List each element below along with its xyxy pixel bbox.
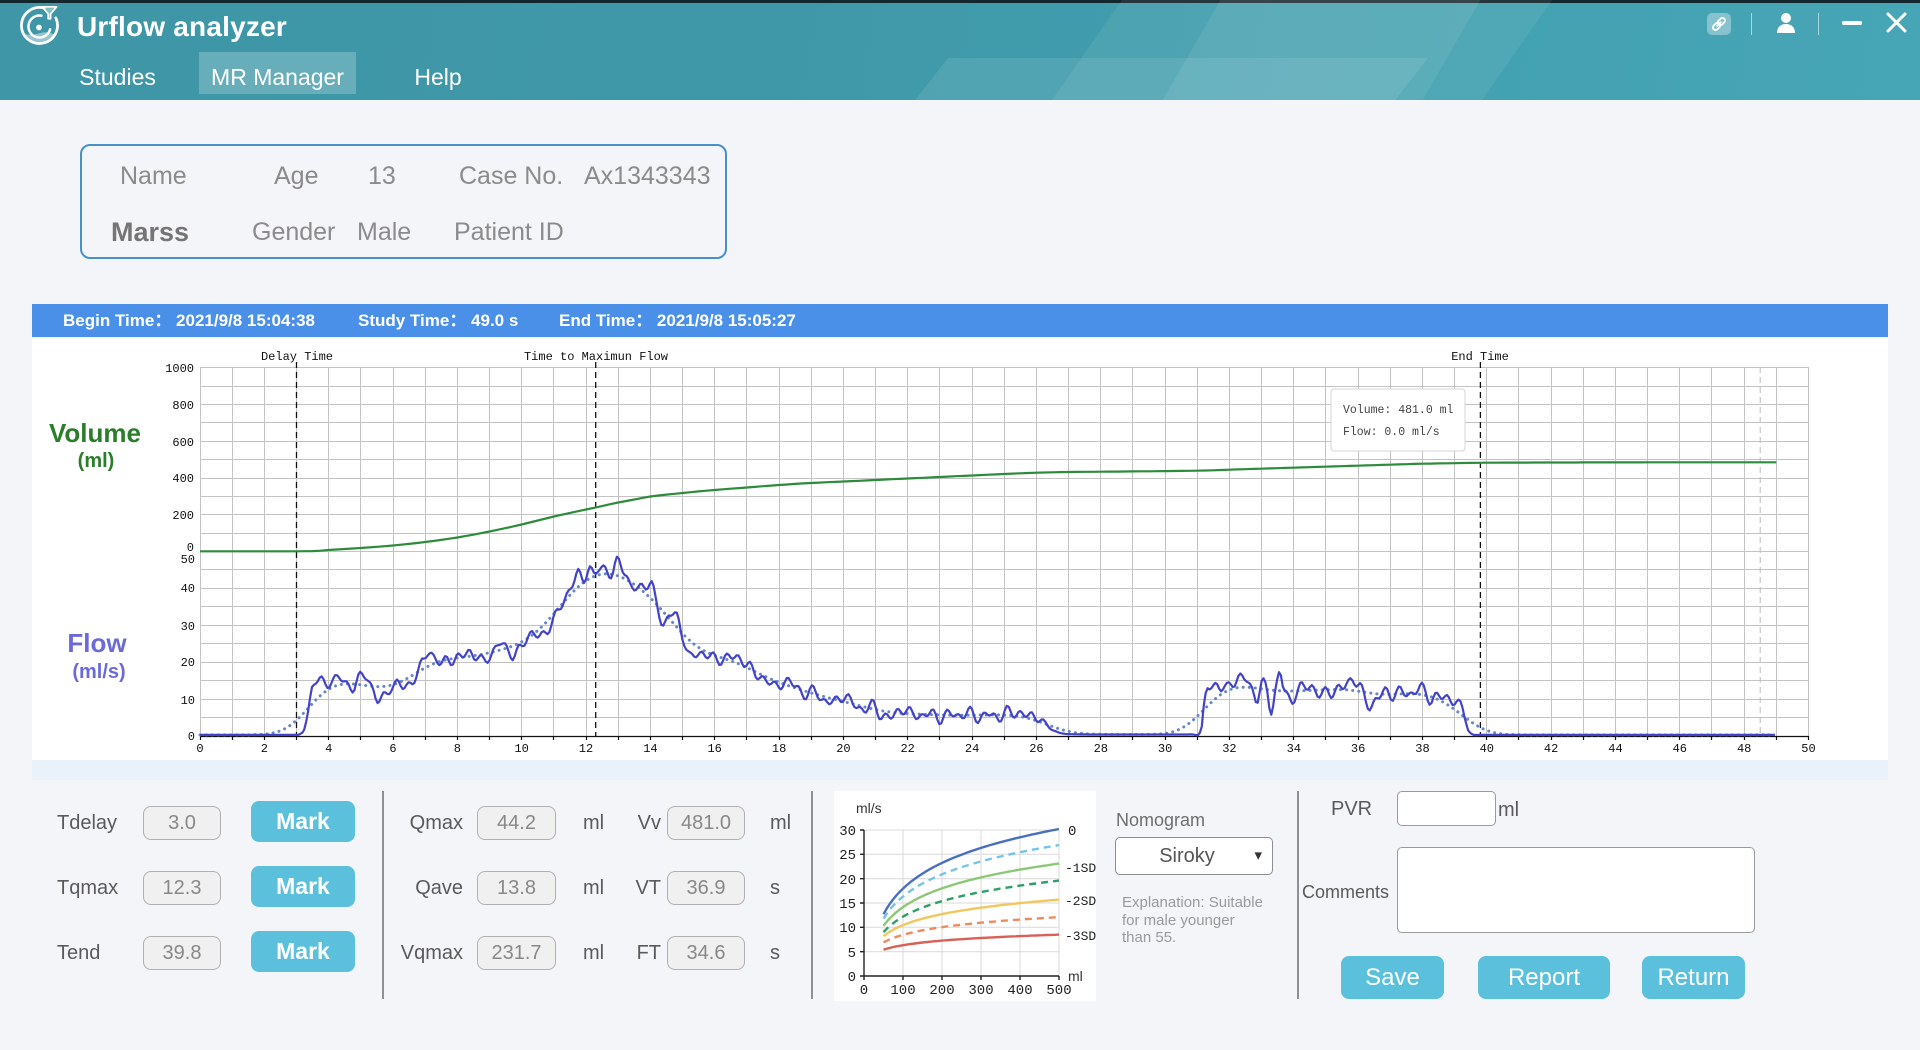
svg-text:50: 50 <box>1801 742 1815 756</box>
svg-text:15: 15 <box>839 897 856 913</box>
svg-text:Flow: Flow <box>67 628 127 658</box>
svg-text:32: 32 <box>1222 742 1236 756</box>
svg-text:300: 300 <box>968 983 993 999</box>
svg-text:14: 14 <box>643 742 657 756</box>
svg-text:20: 20 <box>836 742 850 756</box>
svg-text:24: 24 <box>965 742 979 756</box>
svg-text:Flow: 0.0 ml/s: Flow: 0.0 ml/s <box>1343 426 1440 439</box>
svg-text:1000: 1000 <box>165 362 194 376</box>
svg-text:2: 2 <box>261 742 268 756</box>
svg-text:100: 100 <box>890 983 915 999</box>
svg-text:12: 12 <box>579 742 593 756</box>
svg-text:30: 30 <box>181 620 195 634</box>
svg-text:20: 20 <box>839 873 856 889</box>
svg-text:28: 28 <box>1094 742 1108 756</box>
svg-text:400: 400 <box>172 472 194 486</box>
svg-text:800: 800 <box>172 399 194 413</box>
svg-text:8: 8 <box>454 742 461 756</box>
svg-text:50: 50 <box>181 553 195 567</box>
svg-text:0: 0 <box>860 983 868 999</box>
svg-text:600: 600 <box>172 436 194 450</box>
svg-text:20: 20 <box>181 656 195 670</box>
svg-text:0: 0 <box>188 730 195 744</box>
svg-text:(ml/s): (ml/s) <box>72 661 125 683</box>
svg-text:-3SD: -3SD <box>1065 929 1096 944</box>
svg-text:Time to Maximun Flow: Time to Maximun Flow <box>524 350 669 364</box>
svg-text:10: 10 <box>181 694 195 708</box>
svg-text:-2SD: -2SD <box>1065 894 1096 909</box>
svg-text:4: 4 <box>325 742 332 756</box>
svg-text:25: 25 <box>839 848 856 864</box>
svg-text:30: 30 <box>1158 742 1172 756</box>
svg-text:500: 500 <box>1046 983 1071 999</box>
svg-text:38: 38 <box>1415 742 1429 756</box>
svg-text:10: 10 <box>839 921 856 937</box>
svg-text:5: 5 <box>848 946 856 962</box>
svg-text:46: 46 <box>1673 742 1687 756</box>
svg-text:10: 10 <box>514 742 528 756</box>
svg-text:22: 22 <box>900 742 914 756</box>
svg-text:40: 40 <box>1480 742 1494 756</box>
svg-text:0: 0 <box>1068 824 1076 840</box>
svg-text:30: 30 <box>839 824 856 840</box>
svg-text:-1SD: -1SD <box>1065 861 1096 876</box>
svg-text:40: 40 <box>181 582 195 596</box>
svg-text:Volume: 481.0 ml: Volume: 481.0 ml <box>1343 404 1454 417</box>
svg-text:0: 0 <box>196 742 203 756</box>
svg-text:Delay Time: Delay Time <box>261 350 333 364</box>
svg-text:44: 44 <box>1608 742 1622 756</box>
svg-text:26: 26 <box>1029 742 1043 756</box>
svg-text:End Time: End Time <box>1451 350 1509 364</box>
svg-text:42: 42 <box>1544 742 1558 756</box>
svg-text:ml: ml <box>1068 968 1083 984</box>
svg-text:200: 200 <box>172 509 194 523</box>
svg-text:Volume: Volume <box>49 418 141 448</box>
svg-text:200: 200 <box>929 983 954 999</box>
svg-text:ml/s: ml/s <box>856 800 882 816</box>
svg-text:400: 400 <box>1007 983 1032 999</box>
svg-text:0: 0 <box>848 970 856 986</box>
svg-text:6: 6 <box>389 742 396 756</box>
svg-text:16: 16 <box>707 742 721 756</box>
svg-text:36: 36 <box>1351 742 1365 756</box>
svg-text:34: 34 <box>1287 742 1301 756</box>
svg-text:(ml): (ml) <box>78 450 115 472</box>
svg-text:18: 18 <box>772 742 786 756</box>
svg-text:48: 48 <box>1737 742 1751 756</box>
